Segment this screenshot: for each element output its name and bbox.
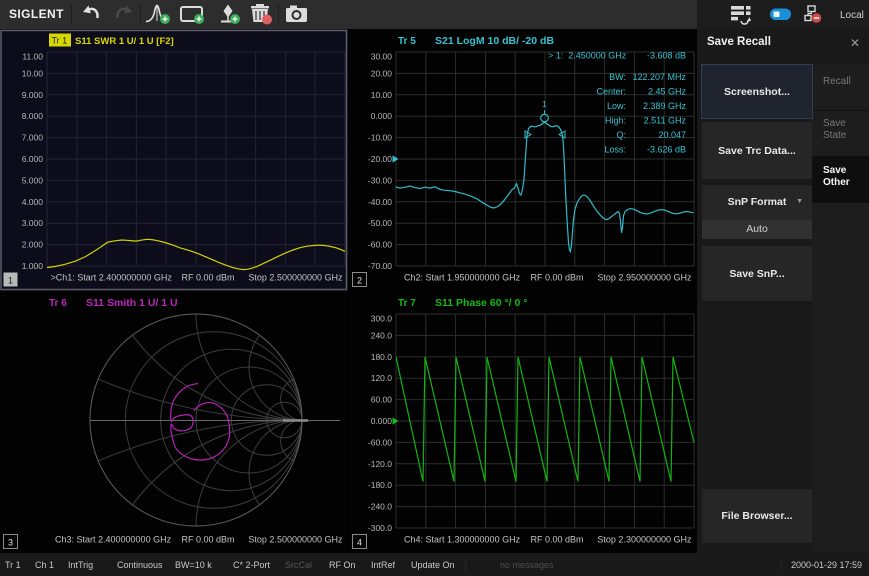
svg-text:-60.00: -60.00 <box>368 437 392 447</box>
svg-text:-50.00: -50.00 <box>368 218 392 228</box>
svg-text:Stop 2.950000000 GHz: Stop 2.950000000 GHz <box>597 273 692 283</box>
svg-text:RF 0.00 dBm: RF 0.00 dBm <box>181 535 234 545</box>
svg-text:-60.00: -60.00 <box>368 240 392 250</box>
svg-text:-120.0: -120.0 <box>368 459 392 469</box>
svg-text:Low:: Low: <box>607 101 626 111</box>
svg-text:Tr 1: Tr 1 <box>52 36 68 46</box>
svg-text:240.0: 240.0 <box>371 330 393 340</box>
svg-text:Loss:: Loss: <box>604 145 626 155</box>
svg-text:-30.00: -30.00 <box>368 175 392 185</box>
svg-text:-20.00: -20.00 <box>368 154 392 164</box>
svg-text:S21 LogM 10 dB/ -20 dB: S21 LogM 10 dB/ -20 dB <box>435 35 554 47</box>
svg-text:7.000: 7.000 <box>22 133 44 143</box>
svg-text:> 1: 2.450000 GHz: > 1: 2.450000 GHz <box>548 51 627 61</box>
svg-text:>Ch1: Start 2.400000000 GHz: >Ch1: Start 2.400000000 GHz <box>51 273 173 283</box>
svg-text:Stop 2.300000000 GHz: Stop 2.300000000 GHz <box>597 535 692 545</box>
svg-text:2.389 GHz: 2.389 GHz <box>643 101 687 111</box>
svg-text:Tr 6: Tr 6 <box>49 298 67 309</box>
svg-text:2.45 GHz: 2.45 GHz <box>648 87 687 97</box>
svg-text:300.0: 300.0 <box>371 314 393 324</box>
svg-text:11.00: 11.00 <box>22 52 43 62</box>
svg-text:5.000: 5.000 <box>22 175 44 185</box>
svg-text:-180.0: -180.0 <box>368 480 392 490</box>
svg-text:4.000: 4.000 <box>22 197 44 207</box>
svg-text:0.000: 0.000 <box>371 111 393 121</box>
svg-text:20.047: 20.047 <box>658 130 686 140</box>
svg-text:Q:: Q: <box>616 130 626 140</box>
svg-text:20.00: 20.00 <box>371 68 393 78</box>
svg-text:-3.626 dB: -3.626 dB <box>647 145 686 155</box>
svg-text:-40.00: -40.00 <box>368 197 392 207</box>
svg-text:RF 0.00 dBm: RF 0.00 dBm <box>181 273 234 283</box>
svg-text:8.000: 8.000 <box>22 111 44 121</box>
svg-text:4: 4 <box>357 538 362 548</box>
svg-text:S11 Phase 60 °/ 0 °: S11 Phase 60 °/ 0 ° <box>435 297 527 309</box>
svg-text:S11 SWR 1 U/ 1 U [F2]: S11 SWR 1 U/ 1 U [F2] <box>75 36 174 47</box>
svg-text:Stop 2.500000000 GHz: Stop 2.500000000 GHz <box>248 535 343 545</box>
svg-text:10.00: 10.00 <box>22 68 44 78</box>
svg-text:2: 2 <box>357 276 362 286</box>
svg-text:Stop 2.500000000 GHz: Stop 2.500000000 GHz <box>248 273 343 283</box>
svg-text:Tr 5: Tr 5 <box>398 36 416 47</box>
svg-text:6.000: 6.000 <box>22 154 44 164</box>
svg-text:3: 3 <box>8 538 13 548</box>
svg-text:2.000: 2.000 <box>22 240 44 250</box>
svg-text:-3.608 dB: -3.608 dB <box>647 51 686 61</box>
svg-text:30.00: 30.00 <box>371 52 393 62</box>
svg-text:60.00: 60.00 <box>371 395 393 405</box>
svg-text:1: 1 <box>8 276 13 286</box>
svg-text:-70.00: -70.00 <box>368 261 392 271</box>
svg-text:1: 1 <box>542 99 547 109</box>
svg-text:1.000: 1.000 <box>22 261 44 271</box>
svg-text:120.0: 120.0 <box>371 373 393 383</box>
svg-text:Ch3: Start 2.400000000 GHz: Ch3: Start 2.400000000 GHz <box>55 535 172 545</box>
svg-text:180.0: 180.0 <box>371 352 393 362</box>
svg-text:RF 0.00 dBm: RF 0.00 dBm <box>530 273 583 283</box>
svg-text:High:: High: <box>605 116 626 126</box>
svg-text:-240.0: -240.0 <box>368 502 392 512</box>
svg-text:-300.0: -300.0 <box>368 523 392 533</box>
svg-text:RF 0.00 dBm: RF 0.00 dBm <box>530 535 583 545</box>
svg-text:Ch4: Start 1.300000000 GHz: Ch4: Start 1.300000000 GHz <box>404 535 521 545</box>
svg-text:Center:: Center: <box>596 87 626 97</box>
svg-text:3.000: 3.000 <box>22 218 44 228</box>
svg-text:Ch2: Start 1.950000000 GHz: Ch2: Start 1.950000000 GHz <box>404 273 521 283</box>
svg-text:2.511 GHz: 2.511 GHz <box>644 116 687 126</box>
svg-text:Local: Local <box>840 10 864 21</box>
svg-text:S11 Smith 1 U/ 1 U: S11 Smith 1 U/ 1 U <box>86 297 178 309</box>
svg-text:Tr 7: Tr 7 <box>398 298 416 309</box>
svg-text:0.000: 0.000 <box>371 416 393 426</box>
svg-text:9.000: 9.000 <box>22 90 44 100</box>
svg-text:-10.00: -10.00 <box>368 133 392 143</box>
svg-text:BW:: BW: <box>609 72 626 82</box>
svg-text:122.207 MHz: 122.207 MHz <box>632 72 686 82</box>
svg-text:10.00: 10.00 <box>371 90 393 100</box>
